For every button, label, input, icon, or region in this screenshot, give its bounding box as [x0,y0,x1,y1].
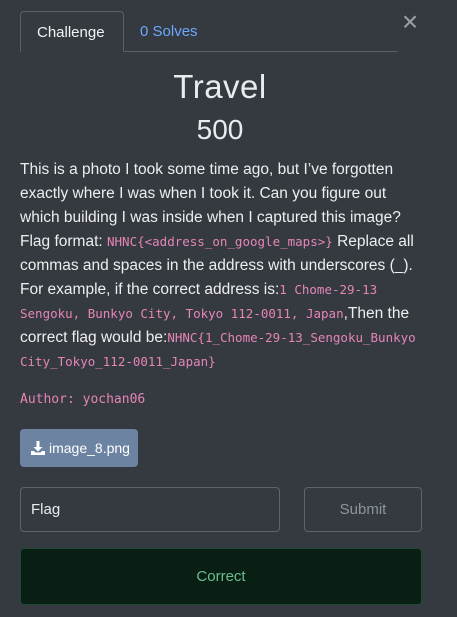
challenge-description: This is a photo I took some time ago, bu… [20,158,425,374]
download-file-label: image_8.png [49,440,130,456]
flag-format-code: NHNC{<address_on_google_maps>} [107,234,333,249]
challenge-title: Travel [173,68,267,105]
result-banner: Correct [20,548,422,605]
challenge-points: 500 [196,114,244,145]
challenge-author: Author: yochan06 [20,392,146,407]
tab-challenge[interactable]: Challenge [20,11,124,52]
flag-input[interactable] [20,487,280,532]
tab-solves[interactable]: 0 Solves [124,11,214,52]
download-icon [31,441,45,455]
close-icon[interactable]: × [398,8,422,36]
challenge-tabs: Challenge 0 Solves [20,11,398,52]
download-file-button[interactable]: image_8.png [20,429,138,467]
submit-button[interactable]: Submit [304,487,422,532]
